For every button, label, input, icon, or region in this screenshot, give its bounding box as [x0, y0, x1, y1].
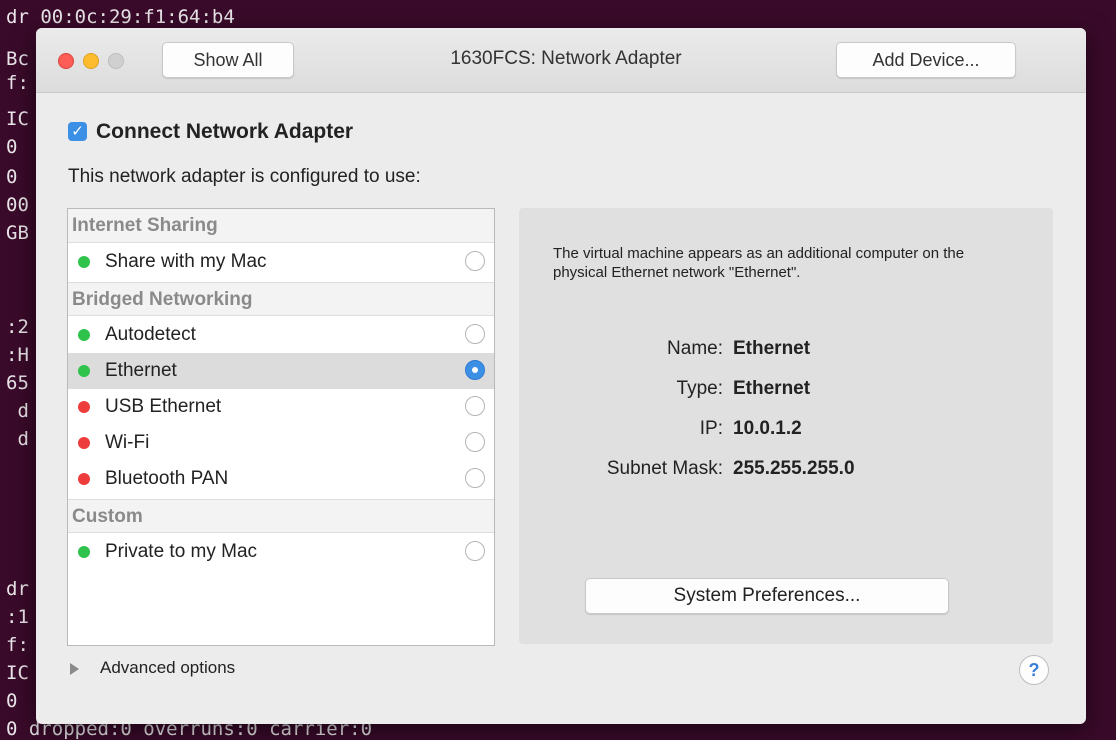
detail-key: Type:: [676, 378, 723, 399]
adapter-details-panel: The virtual machine appears as an additi…: [519, 208, 1053, 644]
detail-ip-row: IP: 10.0.1.2: [519, 418, 1053, 442]
terminal-top-line: dr 00:0c:29:f1:64:b4: [6, 6, 235, 28]
terminal-line: dr: [6, 578, 29, 600]
list-item-private-to-my-mac[interactable]: Private to my Mac: [68, 534, 494, 570]
terminal-line: 00: [6, 194, 29, 216]
terminal-line: :1: [6, 606, 29, 628]
network-adapter-window: Show All 1630FCS: Network Adapter Add De…: [36, 28, 1086, 724]
terminal-line: IC: [6, 108, 29, 130]
network-source-list: Internet Sharing Share with my Mac Bridg…: [67, 208, 495, 646]
terminal-line: Bc: [6, 48, 29, 70]
radio-button[interactable]: [465, 396, 485, 416]
radio-button[interactable]: [465, 468, 485, 488]
title-bar: Show All 1630FCS: Network Adapter Add De…: [36, 28, 1086, 93]
status-green-icon: [78, 329, 90, 341]
connect-network-adapter-checkbox[interactable]: ✓: [68, 122, 87, 141]
radio-button[interactable]: [465, 251, 485, 271]
status-green-icon: [78, 256, 90, 268]
disclosure-triangle-icon[interactable]: [70, 663, 79, 675]
status-red-icon: [78, 473, 90, 485]
terminal-line: f:: [6, 72, 29, 94]
terminal-line: IC: [6, 662, 29, 684]
status-green-icon: [78, 546, 90, 558]
status-green-icon: [78, 365, 90, 377]
terminal-line: d: [6, 400, 29, 422]
list-item-label: Ethernet: [105, 360, 177, 381]
list-item-ethernet[interactable]: Ethernet: [68, 353, 494, 389]
radio-button[interactable]: [465, 324, 485, 344]
detail-key: Name:: [667, 338, 723, 359]
group-header-custom: Custom: [68, 499, 494, 533]
radio-button[interactable]: [465, 432, 485, 452]
terminal-line: 0: [6, 690, 18, 712]
system-preferences-button[interactable]: System Preferences...: [585, 578, 949, 614]
add-device-button[interactable]: Add Device...: [836, 42, 1016, 78]
detail-key: Subnet Mask:: [606, 458, 723, 479]
radio-button-selected[interactable]: [465, 360, 485, 380]
list-item-share-with-my-mac[interactable]: Share with my Mac: [68, 244, 494, 280]
list-item-autodetect[interactable]: Autodetect: [68, 317, 494, 353]
list-item-label: Wi-Fi: [105, 432, 150, 453]
adapter-description: The virtual machine appears as an additi…: [553, 245, 965, 281]
group-header-bridged-networking: Bridged Networking: [68, 282, 494, 316]
detail-key: IP:: [699, 418, 723, 439]
zoom-window-button[interactable]: [108, 53, 124, 69]
terminal-line: GB: [6, 222, 29, 244]
list-item-usb-ethernet[interactable]: USB Ethernet: [68, 389, 494, 425]
list-item-label: Share with my Mac: [105, 251, 267, 272]
list-item-wi-fi[interactable]: Wi-Fi: [68, 425, 494, 461]
detail-value: Ethernet: [733, 338, 811, 359]
terminal-line: 0: [6, 136, 18, 158]
status-red-icon: [78, 437, 90, 449]
terminal-line: 0: [6, 166, 18, 188]
window-title: 1630FCS: Network Adapter: [450, 48, 682, 69]
status-red-icon: [78, 401, 90, 413]
detail-value: 10.0.1.2: [733, 418, 802, 439]
list-item-label: USB Ethernet: [105, 396, 222, 417]
list-item-bluetooth-pan[interactable]: Bluetooth PAN: [68, 461, 494, 497]
terminal-line: :2: [6, 316, 29, 338]
radio-button[interactable]: [465, 541, 485, 561]
group-header-internet-sharing: Internet Sharing: [68, 209, 494, 243]
minimize-window-button[interactable]: [83, 53, 99, 69]
detail-value: 255.255.255.0: [733, 458, 855, 479]
list-item-label: Bluetooth PAN: [105, 468, 229, 489]
configured-to-use-label: This network adapter is configured to us…: [68, 166, 421, 187]
list-item-label: Autodetect: [105, 324, 196, 345]
terminal-line: 65: [6, 372, 29, 394]
terminal-line: f:: [6, 634, 29, 656]
help-icon[interactable]: ?: [1019, 655, 1049, 685]
terminal-line: :H: [6, 344, 29, 366]
list-item-label: Private to my Mac: [105, 541, 258, 562]
detail-type-row: Type: Ethernet: [519, 378, 1053, 402]
connect-network-adapter-label: Connect Network Adapter: [96, 120, 354, 143]
terminal-line: d: [6, 428, 29, 450]
advanced-options-label: Advanced options: [100, 658, 236, 677]
detail-subnet-mask-row: Subnet Mask: 255.255.255.0: [519, 458, 1053, 482]
close-window-button[interactable]: [58, 53, 74, 69]
show-all-button[interactable]: Show All: [162, 42, 294, 78]
detail-value: Ethernet: [733, 378, 811, 399]
detail-name-row: Name: Ethernet: [519, 338, 1053, 362]
